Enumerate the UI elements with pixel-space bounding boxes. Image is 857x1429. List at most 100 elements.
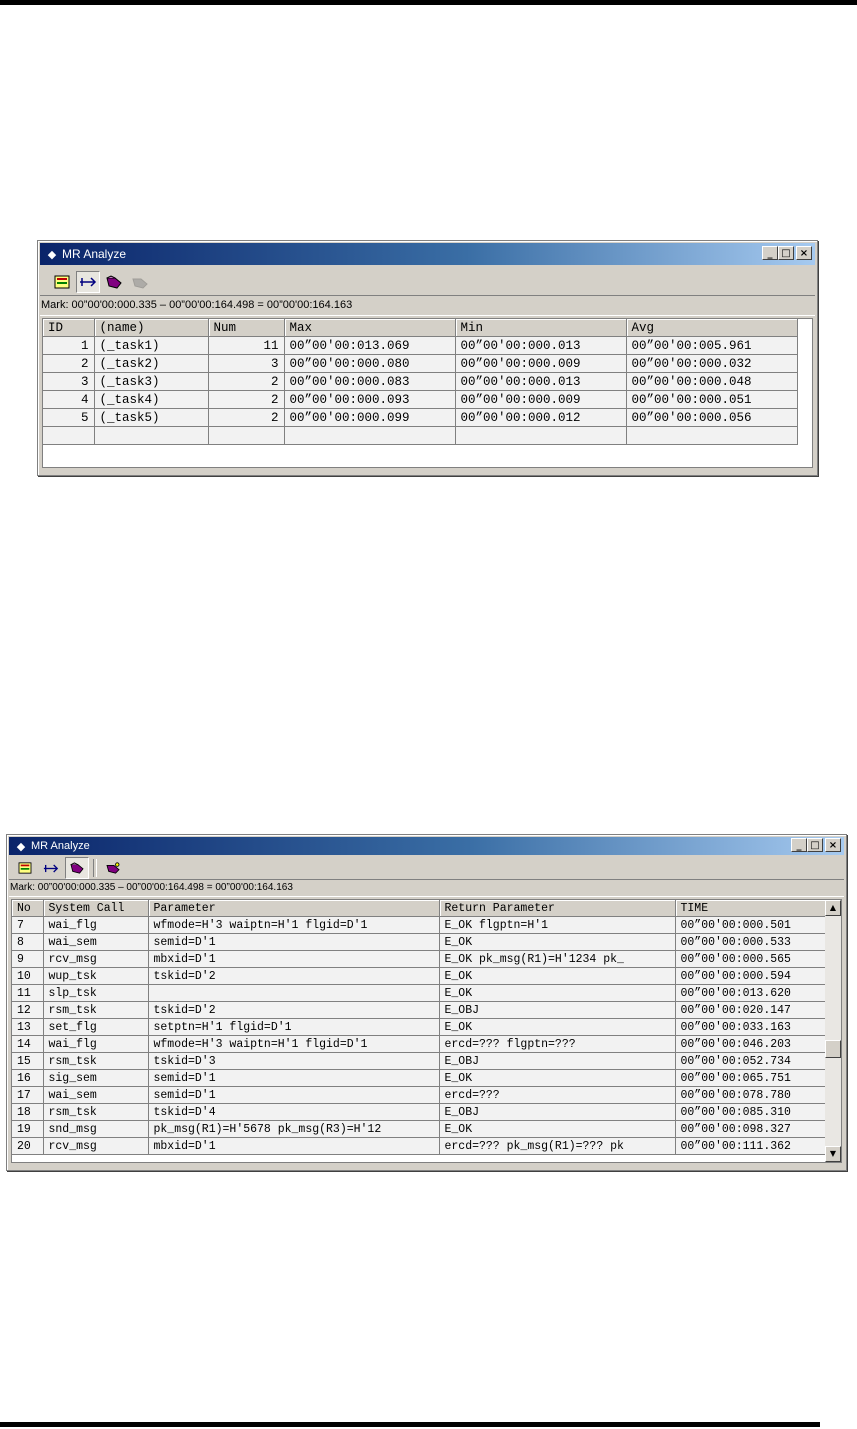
toolbar-button-list[interactable] [50, 271, 74, 293]
cell-return-parameter: ercd=??? flgptn=??? [439, 1035, 676, 1053]
cell-time: 00”00'00:000.565 [675, 950, 831, 968]
table-row[interactable]: 1 (_task1) 11 00”00'00:013.069 00”00'00:… [43, 336, 798, 355]
close-button[interactable]: × [796, 246, 812, 260]
toolbar-button-disabled[interactable] [128, 271, 152, 293]
cell-time: 00”00'00:000.501 [675, 916, 831, 934]
maximize-button[interactable]: □ [778, 246, 794, 260]
scroll-up-button[interactable]: ▲ [825, 900, 841, 916]
column-header-return-parameter[interactable]: Return Parameter [439, 900, 676, 917]
table-row-empty[interactable] [43, 426, 798, 445]
cell-parameter: mbxid=D'1 [148, 1137, 440, 1155]
mr-analyze-window-system-calls[interactable]: ◆ MR Analyze _ □ × Mark: 00”00'00:000.33… [6, 834, 847, 1171]
column-header-avg[interactable]: Avg [626, 319, 798, 337]
toolbar-button-system-call[interactable] [102, 271, 126, 293]
toolbar [11, 857, 842, 879]
toolbar-button-list[interactable] [13, 857, 37, 879]
table-row[interactable]: 20 rcv_msg mbxid=D'1 ercd=??? pk_msg(R1)=??… [12, 1137, 831, 1155]
cell-parameter [148, 984, 440, 1002]
table-row[interactable]: 13 set_flg setptn=H'1 flgid=D'1 E_OK 00”00'0… [12, 1018, 831, 1036]
page-bottom-rule [0, 1422, 820, 1427]
table-row[interactable]: 7 wai_flg wfmode=H'3 waiptn=H'1 flgid=D'1 E… [12, 916, 831, 934]
cell-name: (_task3) [94, 372, 209, 391]
cell-parameter: tskid=D'3 [148, 1052, 440, 1070]
minimize-button[interactable]: _ [762, 246, 778, 260]
cell-time: 00”00'00:111.362 [675, 1137, 831, 1155]
table-row[interactable]: 3 (_task3) 2 00”00'00:000.083 00”00'00:0… [43, 372, 798, 391]
toolbar-button-filter[interactable] [101, 857, 125, 879]
table-row[interactable]: 11 slp_tsk E_OK 00”00'00:013.620 [12, 984, 831, 1002]
table-row[interactable]: 15 rsm_tsk tskid=D'3 E_OBJ 00”00'00:052.734 [12, 1052, 831, 1070]
app-icon: ◆ [47, 248, 57, 261]
cell-time: 00”00'00:065.751 [675, 1069, 831, 1087]
toolbar-button-execution-time[interactable] [39, 857, 63, 879]
list-view-icon [18, 862, 32, 874]
minimize-button[interactable]: _ [791, 838, 807, 852]
toolbar-button-system-call[interactable] [65, 857, 89, 879]
table-row[interactable]: 12 rsm_tsk tskid=D'2 E_OBJ 00”00'00:020.147 [12, 1001, 831, 1019]
table-row[interactable]: 9 rcv_msg mbxid=D'1 E_OK pk_msg(R1)=H'1234 … [12, 950, 831, 968]
cell-no: 20 [12, 1137, 44, 1155]
cell-no: 15 [12, 1052, 44, 1070]
cell-parameter: pk_msg(R1)=H'5678 pk_msg(R3)=H'12 [148, 1120, 440, 1138]
arrows-icon [80, 277, 97, 287]
cell-parameter: tskid=D'4 [148, 1103, 440, 1121]
cell-avg: 00”00'00:000.056 [626, 408, 798, 427]
cell-system-call: rcv_msg [43, 950, 149, 968]
table-row[interactable]: 18 rsm_tsk tskid=D'4 E_OBJ 00”00'00:085.310 [12, 1103, 831, 1121]
cell-return-parameter: ercd=??? [439, 1086, 676, 1104]
cell-parameter: semid=D'1 [148, 1069, 440, 1087]
cell-system-call: sig_sem [43, 1069, 149, 1087]
cell-num: 2 [208, 372, 285, 391]
mark-range-bar: Mark: 00”00'00:000.335 – 00”00'00:164.49… [40, 295, 815, 316]
table-row[interactable]: 5 (_task5) 2 00”00'00:000.099 00”00'00:0… [43, 408, 798, 427]
table-row[interactable]: 19 snd_msg pk_msg(R1)=H'5678 pk_msg(R3)=H'… [12, 1120, 831, 1138]
system-call-grid[interactable]: No System Call Parameter Return Paramete… [11, 899, 842, 1163]
cell-no: 12 [12, 1001, 44, 1019]
column-header-max[interactable]: Max [284, 319, 456, 337]
window-title: MR Analyze [31, 840, 90, 852]
cell-return-parameter: E_OK [439, 984, 676, 1002]
toolbar-button-execution-time[interactable] [76, 271, 100, 293]
cell-system-call: wai_flg [43, 916, 149, 934]
maximize-button[interactable]: □ [807, 838, 823, 852]
table-row[interactable]: 8 wai_sem semid=D'1 E_OK 00”00'00:000.533 [12, 933, 831, 951]
cell-avg: 00”00'00:005.961 [626, 336, 798, 355]
column-header-num[interactable]: Num [208, 319, 285, 337]
cell-no: 8 [12, 933, 44, 951]
statistics-grid[interactable]: ID (name) Num Max Min Avg 1 (_task1) 11 … [42, 318, 813, 468]
column-header-time[interactable]: TIME [675, 900, 831, 917]
cell-max: 00”00'00:000.093 [284, 390, 456, 409]
cell-parameter: mbxid=D'1 [148, 950, 440, 968]
table-row[interactable]: 16 sig_sem semid=D'1 E_OK 00”00'00:065.751 [12, 1069, 831, 1087]
cell-name: (_task1) [94, 336, 209, 355]
column-header-id[interactable]: ID [43, 319, 95, 337]
table-row[interactable]: 2 (_task2) 3 00”00'00:000.080 00”00'00:0… [43, 354, 798, 373]
cell-max: 00”00'00:013.069 [284, 336, 456, 355]
title-bar[interactable]: ◆ MR Analyze _ □ × [9, 837, 844, 855]
cell-time: 00”00'00:078.780 [675, 1086, 831, 1104]
cell-avg: 00”00'00:000.032 [626, 354, 798, 373]
title-bar[interactable]: ◆ MR Analyze _ □ × [40, 243, 815, 265]
cell-system-call: set_flg [43, 1018, 149, 1036]
cell-system-call: wai_sem [43, 1086, 149, 1104]
cell-num: 2 [208, 390, 285, 409]
column-header-parameter[interactable]: Parameter [148, 900, 440, 917]
table-row[interactable]: 14 wai_flg wfmode=H'3 waiptn=H'1 flgid=D'1… [12, 1035, 831, 1053]
cell-return-parameter: ercd=??? pk_msg(R1)=??? pk [439, 1137, 676, 1155]
toolbar [42, 269, 813, 295]
mr-analyze-window-statistics[interactable]: ◆ MR Analyze _ □ × Mark: 00”00'00:000.33… [37, 240, 818, 476]
table-row[interactable]: 17 wai_sem semid=D'1 ercd=??? 00”00'00:078.7… [12, 1086, 831, 1104]
cell-max: 00”00'00:000.099 [284, 408, 456, 427]
close-button[interactable]: × [825, 838, 841, 852]
column-header-min[interactable]: Min [455, 319, 627, 337]
column-header-name[interactable]: (name) [94, 319, 209, 337]
vertical-scrollbar[interactable]: ▲ ▼ [825, 900, 841, 1162]
cell-system-call: rcv_msg [43, 1137, 149, 1155]
table-row[interactable]: 10 wup_tsk tskid=D'2 E_OK 00”00'00:000.594 [12, 967, 831, 985]
column-header-no[interactable]: No [12, 900, 44, 917]
table-row[interactable]: 4 (_task4) 2 00”00'00:000.093 00”00'00:0… [43, 390, 798, 409]
scroll-down-button[interactable]: ▼ [825, 1146, 841, 1162]
app-icon: ◆ [16, 840, 26, 853]
column-header-system-call[interactable]: System Call [43, 900, 149, 917]
scroll-thumb[interactable] [825, 1040, 841, 1058]
